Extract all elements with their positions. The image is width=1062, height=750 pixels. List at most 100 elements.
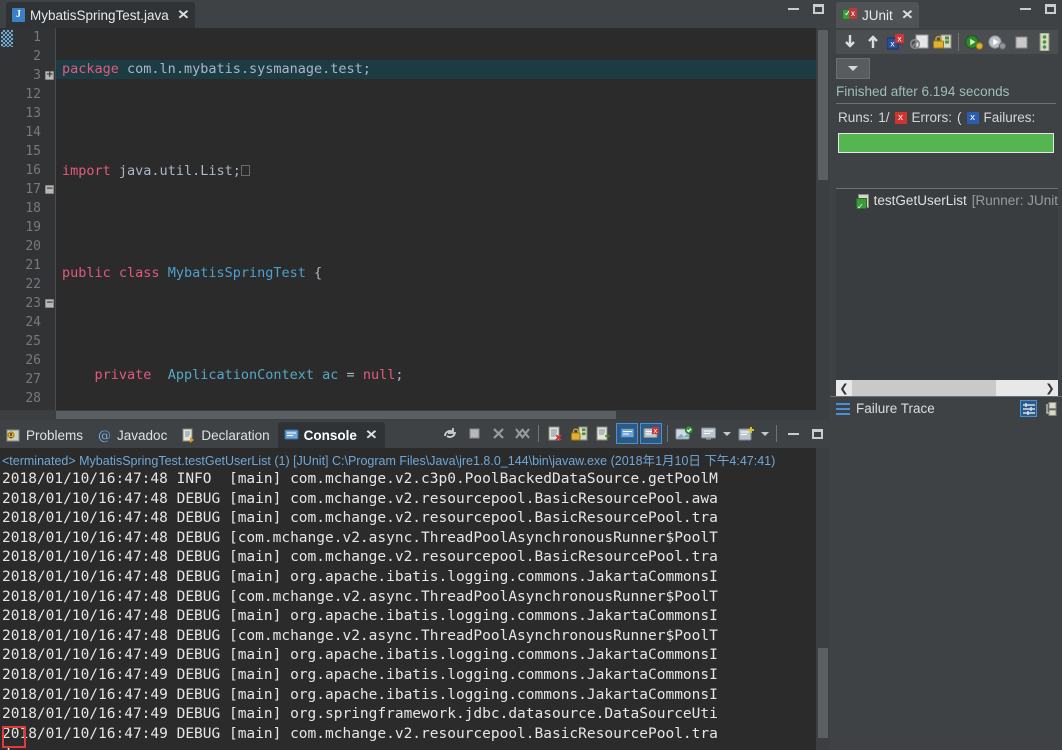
line-number: 1 [33,30,41,45]
rerun-failed-icon[interactable] [987,32,1008,52]
console-vertical-scrollbar[interactable] [816,448,830,750]
javadoc-icon: @ [98,429,111,443]
runs-value: 1/ [878,110,890,125]
svg-text:x: x [890,39,895,48]
compare-result-icon[interactable] [1041,400,1058,417]
open-console-icon[interactable] [735,423,757,444]
toolbar-divider [958,33,960,51]
maximize-icon[interactable] [813,4,824,14]
minimize-icon[interactable] [1020,8,1031,10]
editor-hscroll-thumb[interactable] [56,411,616,419]
console-toolbar: x [439,423,828,444]
tab-console[interactable]: Console ✕ [277,422,385,448]
remove-all-terminated-icon[interactable] [511,423,533,444]
editor-code-area[interactable]: package com.ln.mybatis.sysmanage.test; i… [56,28,816,420]
chevron-down-icon[interactable] [723,431,731,436]
hscroll-thumb[interactable] [852,380,997,396]
console-line: 2018/01/10/16:47:48 DEBUG [com.mchange.v… [2,588,718,605]
scroll-left-icon[interactable]: ❮ [836,382,852,395]
maximize-icon[interactable] [806,423,828,444]
junit-tab[interactable]: x JUnit ✕ [836,2,919,28]
console-tab-bar: Problems @ Javadoc Declaration Console ✕… [0,420,830,448]
next-failure-icon[interactable] [839,32,860,52]
editor-body: 1 2 3 +12 13 14 15 16 17−18 19 20 21 22 23−24 25 26 27 28… [0,28,830,420]
minimize-icon[interactable] [782,423,804,444]
maximize-icon[interactable] [1045,4,1056,14]
chevron-down-icon[interactable] [761,431,769,436]
collapse-fold-icon[interactable]: − [45,185,54,194]
console-vscroll-thumb[interactable] [818,648,828,738]
tab-javadoc[interactable]: @ Javadoc [91,422,175,448]
junit-tab-bar: x JUnit ✕ [830,0,1062,28]
line-number: 18 [25,201,41,216]
line-number: 14 [25,125,41,140]
junit-icon: x [842,8,857,22]
line-number: 16 [25,163,41,178]
errors-label: Errors: [911,110,953,125]
console-line: 2018/01/10/16:47:49 DEBUG [main] org.spr… [2,706,718,723]
junit-horizontal-scrollbar[interactable]: ❮ ❯ [836,380,1058,396]
show-failures-only-icon[interactable]: x x [885,32,906,52]
line-number: 20 [25,239,41,254]
line-number: 27 [25,372,41,387]
folded-imports-icon[interactable] [240,165,250,176]
terminate-icon[interactable] [463,423,485,444]
editor-marker-column[interactable] [0,28,13,420]
rerun-test-icon[interactable] [964,32,985,52]
relaunch-icon[interactable] [439,423,461,444]
clear-console-icon[interactable] [544,423,566,444]
editor-vscroll-thumb[interactable] [818,30,828,180]
pin-console-icon[interactable] [673,423,695,444]
hscroll-track[interactable] [852,380,1042,396]
editor-tab-label: MybatisSpringTest.java [30,7,169,23]
scroll-right-icon[interactable]: ❯ [1042,382,1058,395]
test-runner-menu-icon[interactable] [1034,32,1055,52]
junit-toolbar-secondary [836,56,1058,80]
stop-junit-icon[interactable] [909,32,930,52]
terminate-icon[interactable] [1011,32,1032,52]
line-number: 25 [25,334,41,349]
expand-fold-icon[interactable]: + [45,71,54,80]
close-icon[interactable]: ✕ [177,7,190,23]
close-icon[interactable]: ✕ [365,427,378,443]
remove-launch-icon[interactable] [487,423,509,444]
view-menu-dropdown[interactable] [836,57,870,79]
junit-counts: Runs: 1/ x Errors: ( x Failures: [830,104,1062,129]
toolbar-divider [538,425,539,442]
junit-result-tree[interactable]: testGetUserList [Runner: JUnit [836,188,1058,380]
console-line: 2018/01/10/16:47:48 DEBUG [main] org.apa… [2,568,718,585]
display-selected-console-icon[interactable] [697,423,719,444]
tab-declaration[interactable]: Declaration [175,422,277,448]
collapse-fold-icon[interactable]: − [45,299,54,308]
minimize-icon[interactable] [788,8,799,10]
scroll-lock-icon[interactable] [568,423,590,444]
failures-icon: x [966,111,979,124]
junit-window-controls [1020,4,1056,14]
previous-failure-icon[interactable] [862,32,883,52]
editor-tab-mybatisspringtest[interactable]: J MybatisSpringTest.java ✕ [6,2,195,28]
tab-label: Declaration [201,427,270,443]
editor-vertical-scrollbar[interactable] [816,28,830,420]
show-console-on-output-icon[interactable] [616,423,638,444]
close-icon[interactable]: ✕ [901,7,914,23]
show-console-on-error-icon[interactable]: x [640,423,662,444]
editor-panel: J MybatisSpringTest.java ✕ 1 2 3 +12 13 14 15 1… [0,0,830,420]
ide-window: J MybatisSpringTest.java ✕ 1 2 3 +12 13 14 15 1… [0,0,1062,750]
console-line: 3 [2,744,830,750]
list-item[interactable]: testGetUserList [Runner: JUnit [836,189,1058,211]
console-output: 2018/01/10/16:47:48 INFO [main] com.mcha… [0,470,830,750]
console-body[interactable]: <terminated> MybatisSpringTest.testGetUs… [0,448,830,750]
word-wrap-icon[interactable] [592,423,614,444]
lock-scroll-icon[interactable] [932,32,953,52]
toolbar-divider [667,425,668,442]
declaration-icon [182,428,195,443]
editor-window-controls [788,4,824,14]
console-icon [284,429,299,440]
editor-horizontal-scrollbar[interactable] [0,410,830,420]
tab-problems[interactable]: Problems [0,422,91,448]
line-number: 13 [25,106,41,121]
svg-text:x: x [653,427,657,435]
filter-stack-trace-icon[interactable] [1020,400,1037,417]
